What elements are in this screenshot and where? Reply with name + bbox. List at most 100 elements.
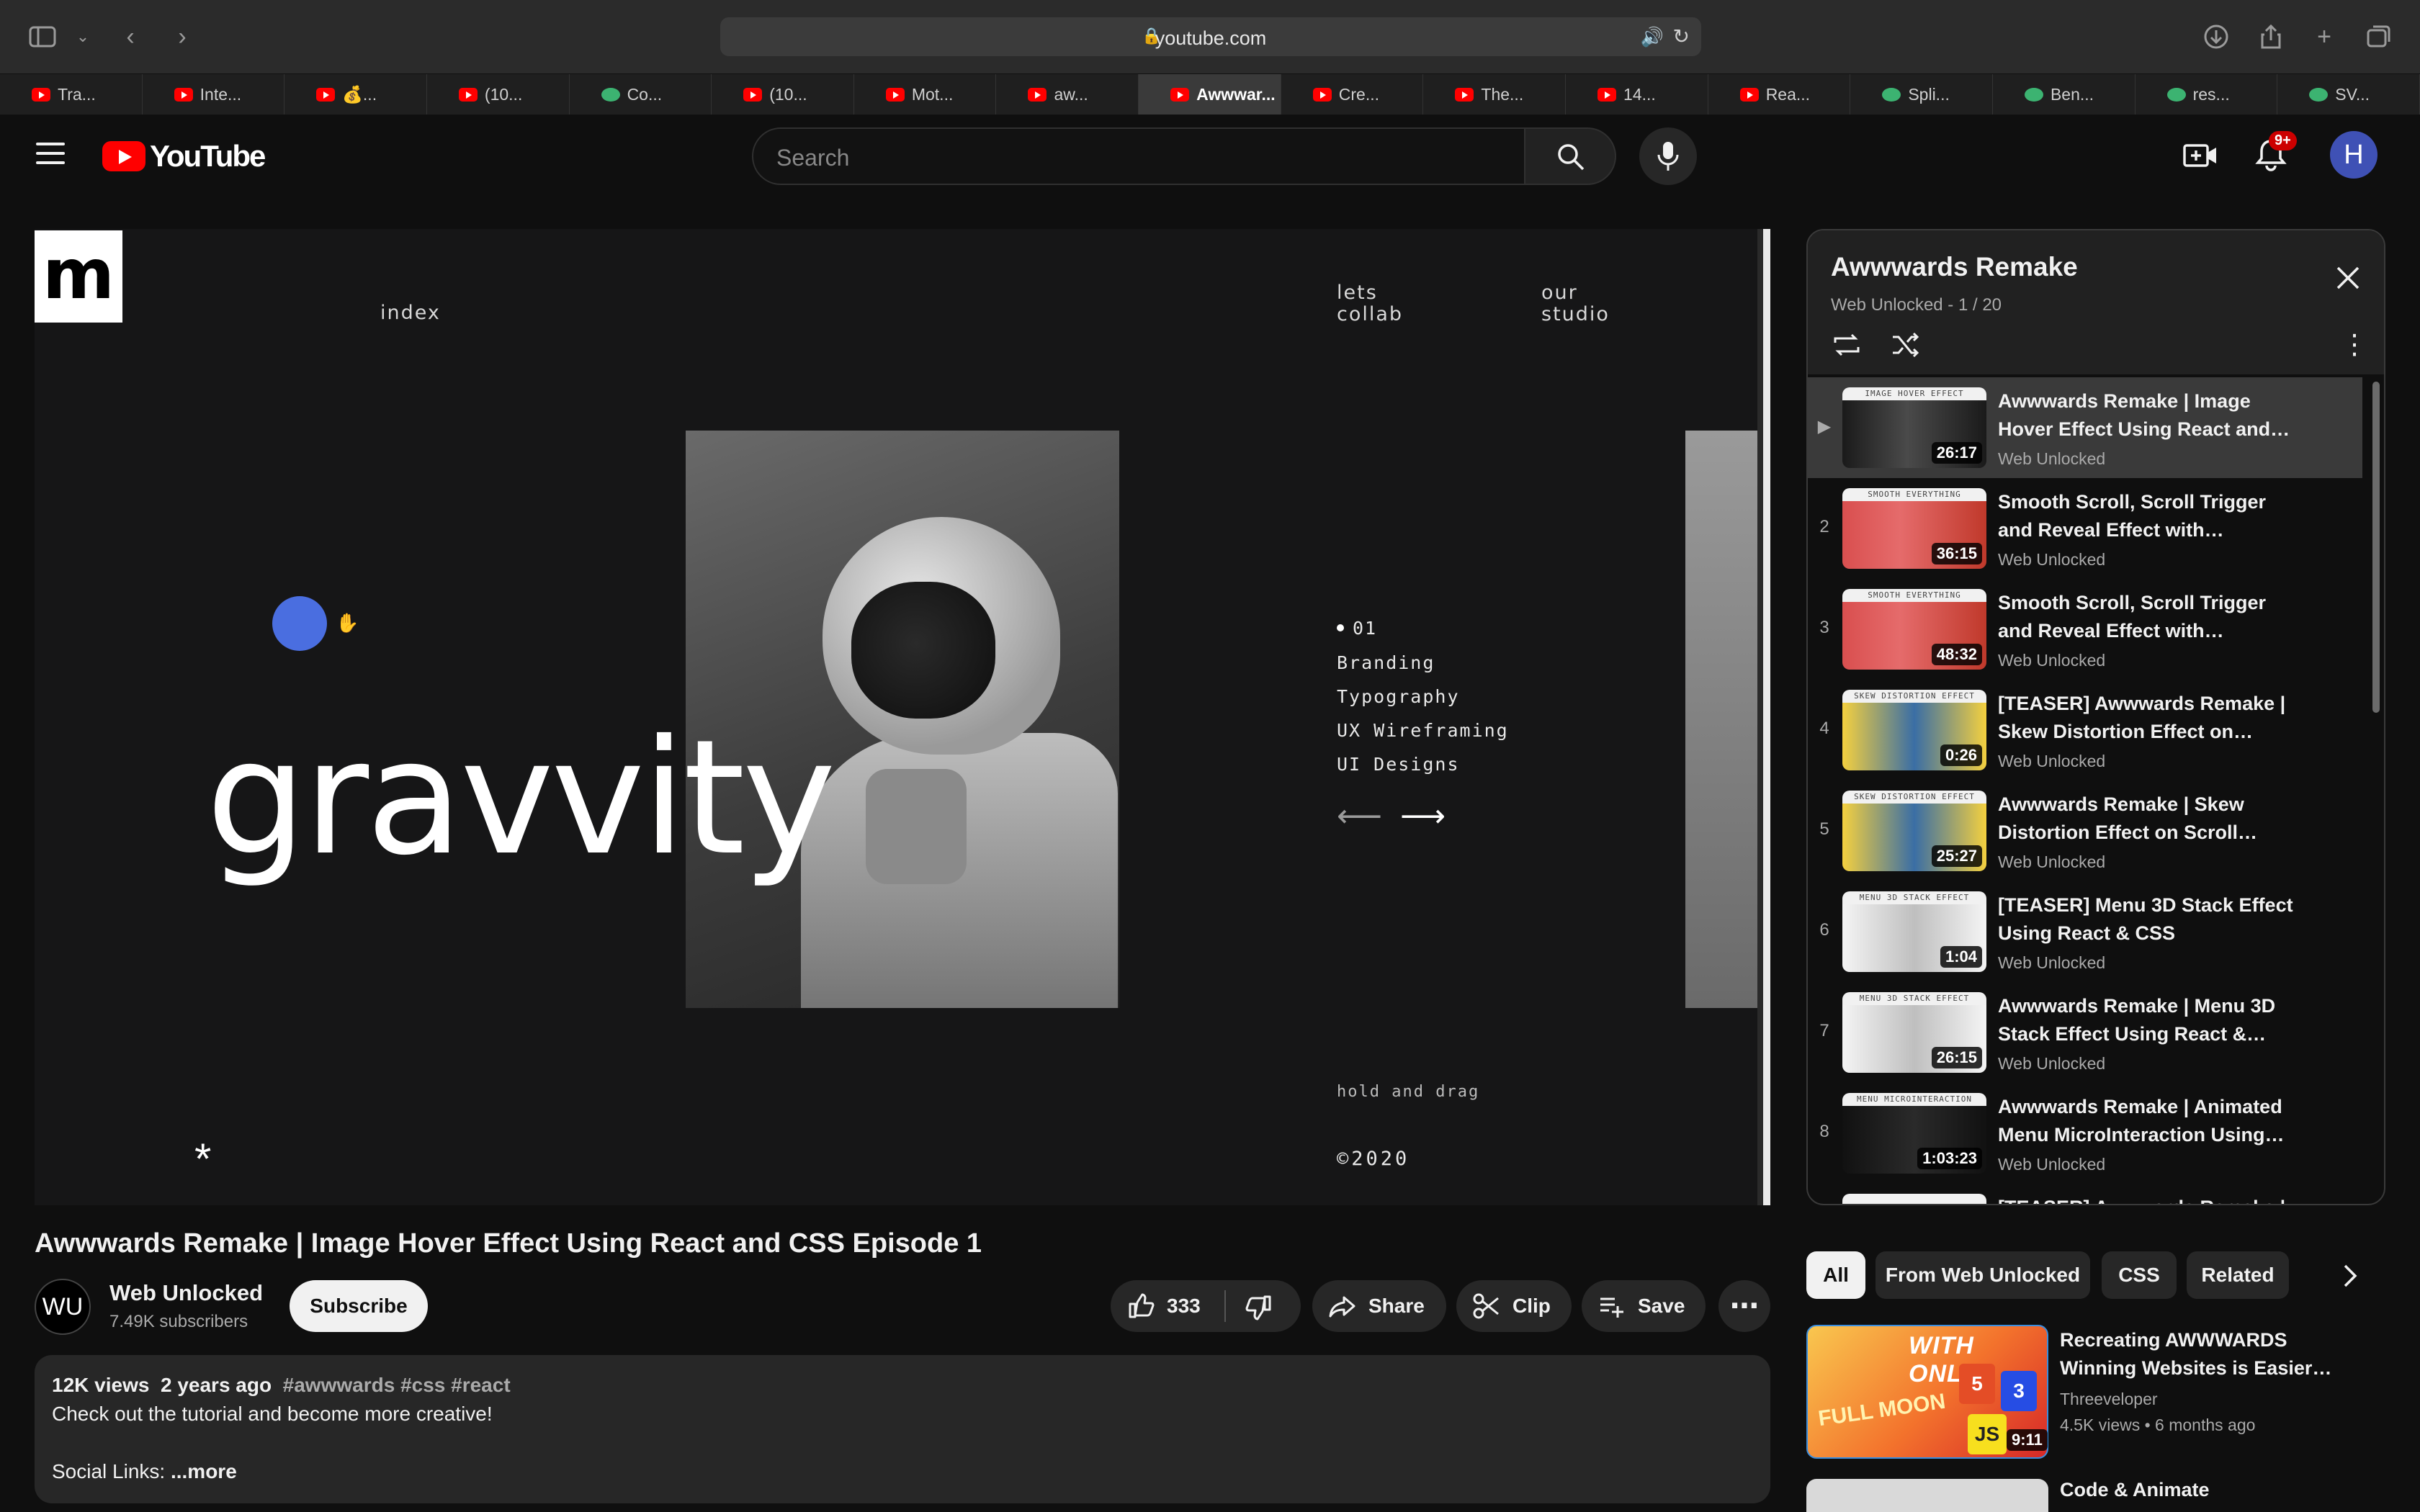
account-avatar[interactable]: H [2330,131,2378,179]
related-channel[interactable]: Threeveloper [2060,1390,2158,1409]
playlist-item-thumbnail[interactable] [1842,1194,1986,1204]
playlist-item[interactable]: 5 SKEW DISTORTION EFFECT 25:27 Awwwards Rem… [1808,780,2362,881]
back-arrow-icon[interactable]: ‹ [115,22,145,52]
playlist-item-channel: Web Unlocked [1998,953,2106,972]
playlist-more-icon[interactable]: ⋮ [2341,331,2368,359]
create-video-icon[interactable] [2182,140,2218,171]
reload-icon[interactable]: ↻ [1673,24,1690,48]
tab-label: Spli... [1908,84,1950,104]
more-actions-button[interactable]: ⋯ [1718,1280,1770,1332]
shuffle-icon[interactable] [1890,331,1922,359]
related-video-thumbnail[interactable] [1806,1479,2048,1512]
browser-tab[interactable]: 14... [1566,74,1708,114]
playlist-item-title[interactable]: [TEASER] Awwwards Remake | [1998,1194,2293,1204]
playlist-item-thumbnail[interactable]: MENU 3D STACK EFFECT 1:04 [1842,891,1986,972]
playlist-item-title[interactable]: Smooth Scroll, Scroll Trigger and Reveal… [1998,488,2293,544]
channel-name[interactable]: Web Unlocked [109,1280,263,1306]
browser-tab[interactable]: res... [2136,74,2278,114]
playlist-item-title[interactable]: Awwwards Remake | Image Hover Effect Usi… [1998,387,2293,444]
subscribe-button[interactable]: Subscribe [290,1280,428,1332]
close-icon[interactable] [2332,262,2364,294]
like-count: 333 [1167,1295,1201,1317]
playlist-item-thumbnail[interactable]: MENU 3D STACK EFFECT 26:15 [1842,992,1986,1073]
browser-tab[interactable]: Rea... [1708,74,1851,114]
youtube-header: YouTube Search 9+ H [0,115,2420,196]
browser-tab[interactable]: Mot... [854,74,997,114]
chip-related[interactable]: Related [2187,1251,2289,1299]
chip-from-web-unlocked[interactable]: From Web Unlocked [1876,1251,2090,1299]
search-button[interactable] [1525,127,1616,185]
save-label: Save [1638,1295,1685,1317]
browser-tab[interactable]: Inte... [143,74,285,114]
playlist-item-thumbnail[interactable]: MENU MICROINTERACTION 1:03:23 [1842,1093,1986,1174]
share-button[interactable]: Share [1312,1280,1446,1332]
browser-tab[interactable]: Spli... [1850,74,1993,114]
youtube-logo[interactable]: YouTube [102,139,266,174]
playlist-item[interactable]: 8 MENU MICROINTERACTION 1:03:23 Awwwards Re… [1808,1083,2362,1184]
browser-tab[interactable]: (10... [427,74,570,114]
browser-tab[interactable]: Ben... [1993,74,2136,114]
playlist-meta: Web Unlocked - 1 / 20 [1831,295,2002,315]
clip-button[interactable]: Clip [1456,1280,1572,1332]
browser-tab[interactable]: 💰... [284,74,427,114]
playlist-item[interactable]: 7 MENU 3D STACK EFFECT 26:15 Awwwards Remak… [1808,982,2362,1083]
video-player[interactable]: m index lets collab our studio ✋ gravvit… [35,229,1770,1205]
browser-tab[interactable]: Cre... [1281,74,1424,114]
downloads-icon[interactable] [2201,22,2231,52]
playlist-item-thumbnail[interactable]: SMOOTH EVERYTHING 48:32 [1842,589,1986,670]
hamburger-menu-icon[interactable] [36,143,65,164]
playlist-item[interactable]: 3 SMOOTH EVERYTHING 48:32 Smooth Scroll, Sc… [1808,579,2362,680]
playlist-item-thumbnail[interactable]: SKEW DISTORTION EFFECT 25:27 [1842,791,1986,871]
related-video-title[interactable]: Code & Animate [2060,1479,2210,1501]
arrow-right-icon: ⟶ [1400,798,1446,834]
thumbnail-caption: MENU MICROINTERACTION [1842,1093,1986,1106]
new-tab-icon[interactable]: + [2309,22,2339,52]
browser-tab[interactable]: Tra... [0,74,143,114]
sidebar-toggle-icon[interactable] [27,22,58,52]
browser-tab[interactable]: Awwwar...🔈 [1139,74,1281,114]
voice-search-button[interactable] [1639,127,1697,185]
playlist-item-title[interactable]: Awwwards Remake | Skew Distortion Effect… [1998,791,2293,847]
browser-tab[interactable]: (10... [712,74,854,114]
playlist-item-title[interactable]: Awwwards Remake | Animated Menu MicroInt… [1998,1093,2293,1149]
playlist-item[interactable]: 9[TEASER] Awwwards Remake |Web Unlocked [1808,1184,2362,1204]
playlist-item-title[interactable]: [TEASER] Awwwards Remake | Skew Distorti… [1998,690,2293,746]
chip-all[interactable]: All [1806,1251,1865,1299]
chevron-down-icon[interactable]: ⌄ [68,22,98,52]
tab-overview-icon[interactable] [2364,22,2394,52]
description-box[interactable]: 12K views 2 years ago #awwwards #css #re… [35,1355,1770,1503]
channel-avatar[interactable]: WU [35,1279,91,1335]
show-more-link[interactable]: ...more [171,1460,237,1482]
playlist-item[interactable]: 6 MENU 3D STACK EFFECT 1:04 [TEASER] Menu 3… [1808,881,2362,982]
playlist-item-thumbnail[interactable]: SMOOTH EVERYTHING 36:15 [1842,488,1986,569]
chevron-right-icon[interactable] [2334,1260,2365,1292]
scissors-icon [1473,1293,1499,1319]
hashtags[interactable]: #awwwards #css #react [283,1374,511,1396]
browser-tab[interactable]: aw... [996,74,1139,114]
thumbs-down-icon[interactable] [1245,1293,1273,1322]
search-input[interactable]: Search [752,127,1525,185]
browser-tab[interactable]: The... [1423,74,1567,114]
playlist-item[interactable]: 4 SKEW DISTORTION EFFECT 0:26 [TEASER] Awww… [1808,680,2362,780]
playlist-item-thumbnail[interactable]: IMAGE HOVER EFFECT 26:17 [1842,387,1986,468]
playlist-item-title[interactable]: Smooth Scroll, Scroll Trigger and Reveal… [1998,589,2293,645]
loop-icon[interactable] [1831,331,1863,359]
playlist-item[interactable]: ▶ IMAGE HOVER EFFECT 26:17 Awwwards Remake … [1808,377,2362,478]
chip-css[interactable]: CSS [2102,1251,2177,1299]
share-icon[interactable] [2256,22,2286,52]
browser-tab[interactable]: Co... [570,74,712,114]
address-bar[interactable]: 🔒 youtube.com 🔊 ↻ [720,17,1701,56]
audio-playing-icon[interactable]: 🔊 [1641,26,1664,48]
playlist-item-thumbnail[interactable]: SKEW DISTORTION EFFECT 0:26 [1842,690,1986,770]
browser-tab[interactable]: SV... [2277,74,2420,114]
save-button[interactable]: Save [1582,1280,1706,1332]
forward-arrow-icon[interactable]: › [167,22,197,52]
custom-cursor-dot [272,596,327,651]
playlist-item-title[interactable]: Awwwards Remake | Menu 3D Stack Effect U… [1998,992,2293,1048]
playlist-scrollbar-thumb[interactable] [2372,382,2380,713]
playlist-item-title[interactable]: [TEASER] Menu 3D Stack Effect Using Reac… [1998,891,2293,948]
page-scrollbar-thumb[interactable] [1763,229,1770,1205]
playlist-title[interactable]: Awwwards Remake [1831,252,2078,282]
playlist-item[interactable]: 2 SMOOTH EVERYTHING 36:15 Smooth Scroll, Sc… [1808,478,2362,579]
related-video-title[interactable]: Recreating AWWWARDS Winning Websites is … [2060,1326,2362,1382]
